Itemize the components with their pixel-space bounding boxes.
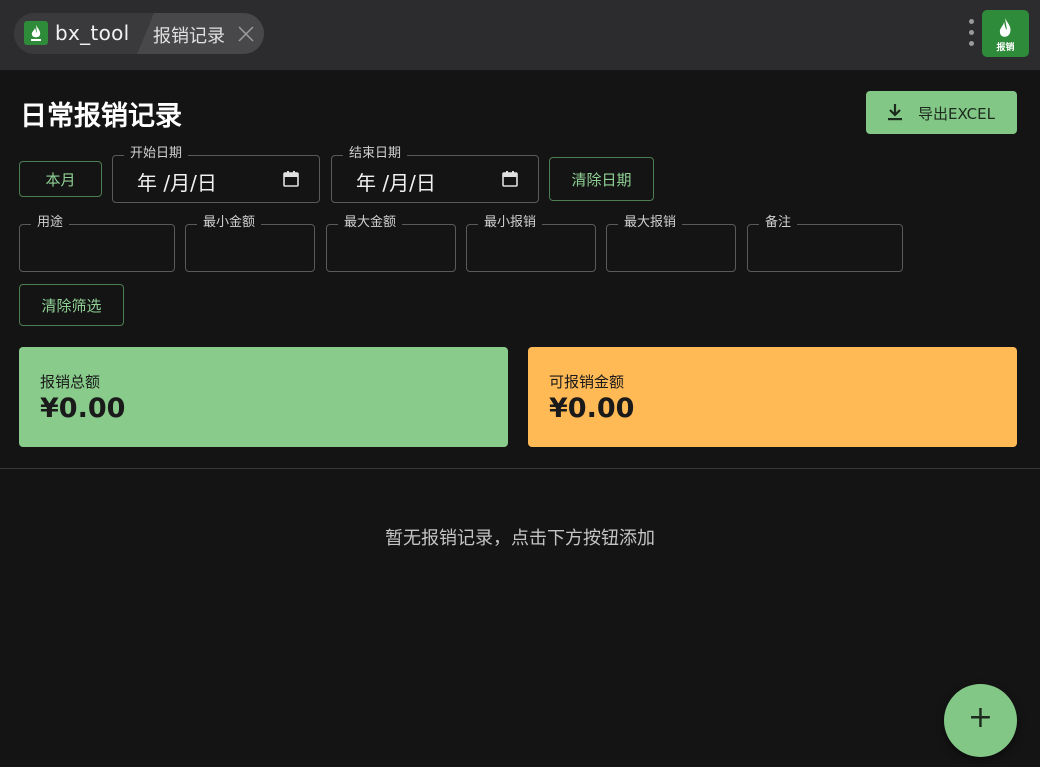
- close-icon[interactable]: [237, 25, 255, 43]
- calendar-icon[interactable]: [283, 170, 299, 187]
- empty-state-message: 暂无报销记录，点击下方按钮添加: [385, 528, 655, 549]
- available-amount-value: ¥0.00: [549, 393, 635, 424]
- this-month-button[interactable]: 本月: [19, 161, 102, 197]
- export-excel-button[interactable]: 导出EXCEL: [866, 91, 1017, 134]
- top-bar: bx_tool 报销记录 报销: [0, 0, 1040, 70]
- available-amount-card: 可报销金额 ¥0.00: [528, 347, 1017, 447]
- min-amount-field[interactable]: 最小金额: [185, 214, 315, 272]
- min-reimburse-input[interactable]: [467, 225, 595, 271]
- end-date-value: 年 /月/日: [356, 171, 436, 195]
- remark-field[interactable]: 备注: [747, 214, 903, 272]
- start-date-field[interactable]: 开始日期 年 /月/日: [112, 145, 320, 203]
- end-date-label: 结束日期: [343, 145, 408, 163]
- add-record-button[interactable]: +: [944, 684, 1017, 757]
- tab-reimbursement-records[interactable]: 报销记录: [153, 13, 264, 54]
- start-date-value: 年 /月/日: [137, 171, 217, 195]
- download-icon: [888, 104, 902, 121]
- page-title: 日常报销记录: [20, 101, 182, 132]
- purpose-field[interactable]: 用途: [19, 214, 175, 272]
- divider: [0, 468, 1040, 469]
- tab-label: 报销记录: [153, 26, 225, 47]
- logo-text: 报销: [996, 43, 1015, 53]
- total-reimbursed-value: ¥0.00: [40, 393, 126, 424]
- max-reimburse-input[interactable]: [607, 225, 735, 271]
- tab-group: bx_tool 报销记录: [14, 13, 264, 54]
- end-date-field[interactable]: 结束日期 年 /月/日: [331, 145, 539, 203]
- calendar-icon[interactable]: [502, 170, 518, 187]
- more-menu-icon[interactable]: [963, 17, 979, 51]
- export-label: 导出EXCEL: [918, 105, 995, 123]
- total-reimbursed-card: 报销总额 ¥0.00: [19, 347, 508, 447]
- min-reimburse-field[interactable]: 最小报销: [466, 214, 596, 272]
- total-reimbursed-label: 报销总额: [40, 373, 101, 391]
- remark-input[interactable]: [748, 225, 902, 271]
- max-reimburse-field[interactable]: 最大报销: [606, 214, 736, 272]
- available-amount-label: 可报销金额: [549, 373, 625, 391]
- clear-filters-button[interactable]: 清除筛选: [19, 284, 124, 326]
- purpose-input[interactable]: [20, 225, 174, 271]
- app-name: bx_tool: [55, 21, 130, 45]
- max-amount-input[interactable]: [327, 225, 455, 271]
- app-logo-icon: [24, 21, 48, 45]
- max-amount-field[interactable]: 最大金额: [326, 214, 456, 272]
- min-amount-input[interactable]: [186, 225, 314, 271]
- clear-dates-button[interactable]: 清除日期: [549, 157, 654, 201]
- start-date-label: 开始日期: [124, 145, 189, 163]
- app-logo-icon-large[interactable]: 报销: [982, 10, 1029, 57]
- plus-icon: +: [967, 700, 994, 735]
- tab-app[interactable]: bx_tool: [14, 13, 154, 54]
